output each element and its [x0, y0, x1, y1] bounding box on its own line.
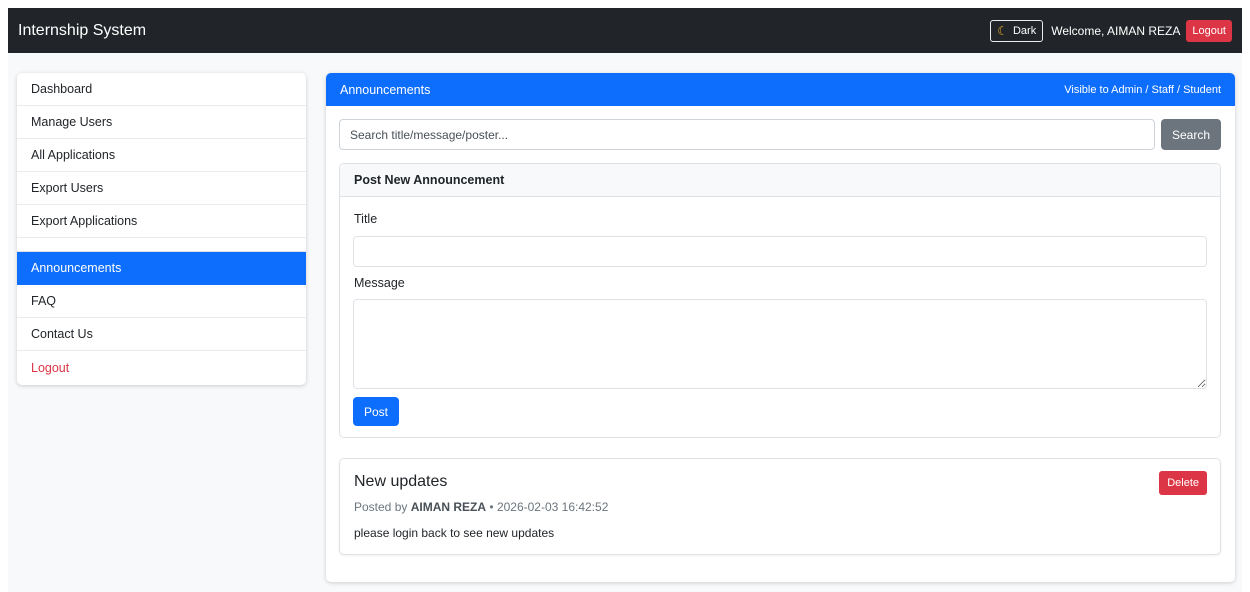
- post-announcement-form: Post New Announcement Title Message Post: [339, 163, 1221, 438]
- search-input[interactable]: [339, 119, 1155, 150]
- sidebar-item-faq[interactable]: FAQ: [17, 285, 306, 318]
- dark-mode-label: Dark: [1012, 24, 1037, 37]
- sidebar-item-logout[interactable]: Logout: [17, 351, 306, 384]
- search-bar: Search: [339, 119, 1221, 150]
- post-button[interactable]: Post: [353, 397, 399, 426]
- delete-button[interactable]: Delete: [1159, 471, 1207, 495]
- window-edge: [1242, 0, 1250, 592]
- announcement-poster: AIMAN REZA: [410, 500, 487, 514]
- sidebar-nav: Dashboard Manage Users All Applications …: [17, 73, 306, 385]
- navbar-logout-button[interactable]: Logout: [1186, 19, 1232, 42]
- panel-header: Announcements Visible to Admin / Staff /…: [326, 73, 1235, 106]
- sidebar-item-dashboard[interactable]: Dashboard: [17, 73, 306, 106]
- title-label: Title: [354, 212, 378, 226]
- dark-mode-toggle-button[interactable]: ☾ Dark: [990, 19, 1044, 42]
- message-field[interactable]: [353, 299, 1207, 389]
- message-label: Message: [354, 276, 405, 290]
- announcement-title: New updates: [354, 473, 448, 490]
- meta-separator: •: [489, 500, 494, 514]
- sidebar-item-export-applications[interactable]: Export Applications: [17, 205, 306, 238]
- sidebar-item-all-applications[interactable]: All Applications: [17, 139, 306, 172]
- sidebar-item-contact-us[interactable]: Contact Us: [17, 318, 306, 351]
- announcement-item: New updates Posted by AIMAN REZA • 2026-…: [339, 458, 1221, 555]
- top-navbar: Internship System ☾ Dark Welcome, AIMAN …: [8, 8, 1242, 53]
- announcements-panel: Announcements Visible to Admin / Staff /…: [326, 73, 1235, 582]
- post-form-header: Post New Announcement: [340, 164, 1220, 197]
- panel-title: Announcements: [340, 82, 431, 97]
- visibility-note: Visible to Admin / Staff / Student: [1064, 83, 1221, 96]
- posted-by-label: Posted by: [354, 500, 408, 514]
- sidebar-item-export-users[interactable]: Export Users: [17, 172, 306, 205]
- sidebar-item-announcements[interactable]: Announcements: [17, 252, 306, 285]
- welcome-text: Welcome, AIMAN REZA: [1051, 23, 1181, 38]
- brand-title[interactable]: Internship System: [18, 22, 146, 40]
- sidebar-divider: [17, 238, 306, 252]
- announcement-timestamp: 2026-02-03 16:42:52: [496, 500, 609, 514]
- announcement-message: please login back to see new updates: [354, 526, 555, 540]
- navbar-right: ☾ Dark Welcome, AIMAN REZA Logout: [990, 19, 1232, 42]
- announcement-meta: Posted by AIMAN REZA • 2026-02-03 16:42:…: [354, 500, 608, 514]
- moon-icon: ☾: [997, 23, 1008, 38]
- search-button[interactable]: Search: [1161, 119, 1221, 150]
- title-field[interactable]: [353, 236, 1207, 267]
- sidebar-item-manage-users[interactable]: Manage Users: [17, 106, 306, 139]
